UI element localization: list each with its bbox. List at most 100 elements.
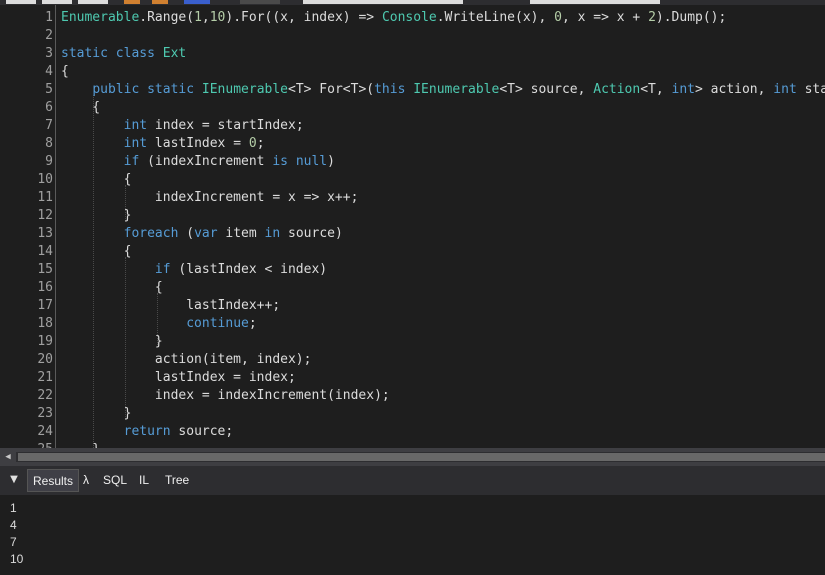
code-line: } [61,207,132,225]
results-tab-bar: ▼ Results λ SQL IL Tree [0,466,825,495]
line-number: 23 [37,406,53,421]
code-line: Enumerable.Range(1,10).For((x, index) =>… [61,9,726,27]
toolbar-icon[interactable] [124,0,140,4]
horizontal-scrollbar[interactable]: ◀ [0,448,825,466]
tab-lambda[interactable]: λ [78,469,94,492]
code-token: 0 [248,136,257,151]
line-number: 8 [45,136,53,151]
code-area[interactable]: Enumerable.Range(1,10).For((x, index) =>… [61,5,825,448]
code-token: { [61,172,132,187]
line-number: 4 [45,64,53,79]
code-token: ).For((x, index) => [225,10,382,25]
line-number: 10 [37,172,53,187]
toolbar-icon[interactable] [152,0,168,4]
line-number: 15 [37,262,53,277]
code-token: .Range( [139,10,195,25]
toolbar-button[interactable] [184,0,210,4]
code-line: } [61,333,163,351]
code-line: return source; [61,423,234,441]
code-token: <T, [640,82,672,97]
code-line: action(item, index); [61,351,312,369]
code-line: index = indexIncrement(index); [61,387,390,405]
code-token: int [671,82,696,97]
output-line: 4 [10,518,17,532]
code-line: { [61,63,69,81]
code-token: } [61,334,163,349]
code-line: } [61,441,100,448]
tab-results[interactable]: Results [27,469,80,492]
line-number-gutter: 1234567891011121314151617181920212223242… [24,5,55,448]
toolbar-dropdown[interactable] [530,0,660,4]
tab-il[interactable]: IL [134,469,154,492]
code-token: <T> source, [499,82,594,97]
code-token: public [92,82,140,97]
scroll-left-arrow-icon[interactable]: ◀ [0,448,16,466]
code-token: ) [327,154,335,169]
line-number: 11 [37,190,53,205]
code-token: 2 [648,10,656,25]
code-token: { [61,280,163,295]
code-token: static [61,46,108,61]
toolbar-button[interactable] [6,0,36,4]
code-token: <T> For<T>( [288,82,375,97]
code-token: this [374,82,406,97]
line-number: 7 [45,118,53,133]
toolbar-button[interactable] [42,0,72,4]
tab-sql[interactable]: SQL [98,469,132,492]
code-token: ).Dump(); [655,10,727,25]
code-token: (indexIncrement [139,154,273,169]
code-token: int [773,82,797,97]
code-line: public static IEnumerable<T> For<T>(this… [61,81,825,99]
code-token: { [61,100,101,115]
line-number: 25 [24,441,55,448]
code-token: source) [280,226,343,241]
code-token: lastIndex = [147,136,249,151]
code-line: int index = startIndex; [61,117,304,135]
editor-margin [0,5,24,448]
code-line: foreach (var item in source) [61,225,343,243]
toolbar-dropdown[interactable] [240,0,280,4]
code-token: , [201,10,210,25]
code-line: if (indexIncrement is null) [61,153,335,171]
fold-margin [55,5,56,448]
code-token: Action [593,82,641,97]
tab-tree[interactable]: Tree [160,469,194,492]
code-editor[interactable]: 1234567891011121314151617181920212223242… [0,5,825,448]
line-number: 2 [45,28,53,43]
line-number: 21 [37,370,53,385]
code-line: indexIncrement = x => x++; [61,189,359,207]
output-line: 1 [10,501,17,515]
code-token: class [115,46,155,61]
toolbar-button[interactable] [78,0,108,4]
code-token: action(item, index); [61,352,312,367]
code-line: lastIndex++; [61,297,280,315]
code-token: > action, [695,82,774,97]
code-token: { [61,244,132,259]
line-number: 19 [37,334,53,349]
code-token: } [61,208,132,223]
code-token: startIndex [804,82,825,97]
code-token: index = indexIncrement(index); [61,388,390,403]
code-line: { [61,99,100,117]
scrollbar-thumb[interactable] [18,453,825,461]
code-token: (lastIndex < index) [170,262,328,277]
line-number: 6 [45,100,53,115]
toolbar-dropdown[interactable] [303,0,463,4]
triangle-down-icon[interactable]: ▼ [6,472,22,488]
code-token: Ext [162,46,187,61]
code-line: { [61,243,132,261]
code-token: IEnumerable [413,82,500,97]
code-token: index = startIndex; [147,118,304,133]
line-number: 3 [45,46,53,61]
output-line: 10 [10,552,24,566]
code-line: int lastIndex = 0; [61,135,265,153]
code-token: is [272,154,288,169]
